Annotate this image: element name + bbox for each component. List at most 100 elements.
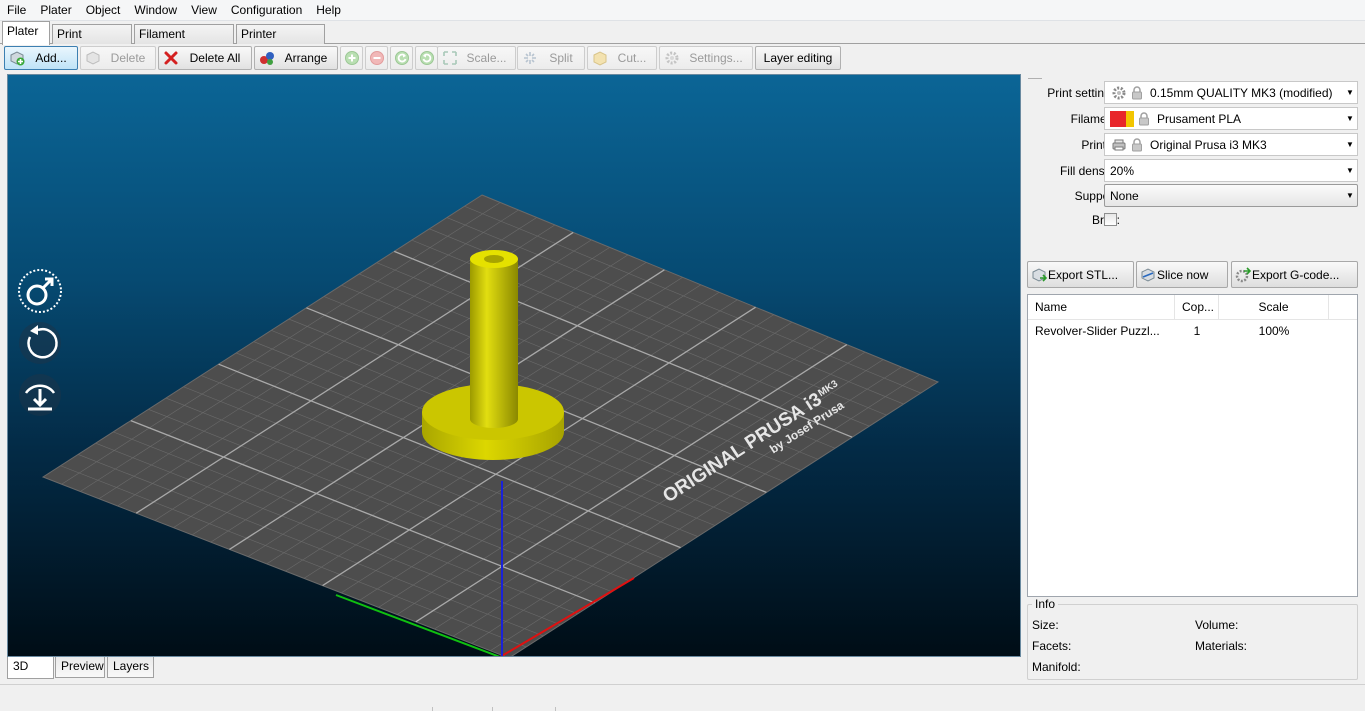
slice-now-button[interactable]: Slice now (1136, 261, 1228, 288)
tab-filament-settings[interactable]: Filament Settings (134, 24, 234, 59)
fill-density-value: 20% (1110, 163, 1135, 178)
status-divider (492, 707, 493, 711)
split-button-label: Split (549, 51, 573, 65)
info-manifold-label: Manifold: (1032, 660, 1081, 674)
chevron-down-icon: ▼ (1346, 114, 1354, 123)
object-list-header: Name Cop... Scale (1028, 295, 1357, 320)
cut-button[interactable]: Cut... (587, 46, 657, 70)
menu-view[interactable]: View (184, 0, 224, 21)
cut-box-icon (592, 50, 608, 66)
chevron-down-icon: ▼ (1346, 140, 1354, 149)
rotate-right-button[interactable] (415, 46, 438, 70)
scale-icon (442, 50, 458, 66)
fill-density-row: Fill density: 20% ▼ (1022, 159, 1365, 183)
menu-configuration[interactable]: Configuration (224, 0, 309, 21)
object-settings-button[interactable]: Settings... (659, 46, 753, 70)
cut-button-label: Cut... (617, 51, 647, 65)
status-divider (432, 707, 433, 711)
split-icon (522, 50, 538, 66)
support-select[interactable]: None ▼ (1104, 184, 1358, 207)
print-settings-combo[interactable]: 0.15mm QUALITY MK3 (modified) ▼ (1104, 81, 1358, 104)
tab-3d[interactable]: 3D (7, 657, 54, 679)
brim-checkbox[interactable] (1104, 213, 1117, 226)
tab-preview[interactable]: Preview (55, 657, 105, 678)
export-gcode-button[interactable]: Export G-code... (1231, 261, 1358, 288)
panel-divider (1028, 78, 1042, 79)
delete-object-icon (85, 50, 101, 66)
delete-all-button[interactable]: Delete All (158, 46, 252, 70)
slice-now-button-label: Slice now (1157, 267, 1209, 282)
fill-density-combo[interactable]: 20% ▼ (1104, 159, 1358, 182)
tab-plater[interactable]: Plater (2, 21, 50, 45)
chevron-down-icon: ▼ (1346, 191, 1354, 200)
export-gcode-button-label: Export G-code... (1252, 267, 1340, 282)
column-header-copies[interactable]: Cop... (1175, 295, 1219, 320)
printer-icon (1111, 137, 1127, 153)
column-header-name[interactable]: Name (1028, 295, 1175, 320)
gear-icon (1111, 85, 1127, 101)
object-settings-button-label: Settings... (689, 51, 743, 65)
3d-canvas[interactable]: ORIGINAL PRUSA i3 MK3 by Josef Prusa (7, 74, 1021, 657)
menu-help[interactable]: Help (309, 0, 348, 21)
lock-icon (1130, 85, 1144, 101)
column-header-scale[interactable]: Scale (1219, 295, 1329, 320)
model-tube-hole (484, 255, 504, 263)
object-copies-cell: 1 (1193, 324, 1201, 338)
menu-file[interactable]: File (0, 0, 33, 21)
menu-plater[interactable]: Plater (33, 0, 78, 21)
export-gcode-icon (1235, 266, 1251, 283)
delete-button[interactable]: Delete (80, 46, 156, 70)
printer-combo[interactable]: Original Prusa i3 MK3 ▼ (1104, 133, 1358, 156)
menu-bar: File Plater Object Window View Configura… (0, 0, 1365, 21)
minus-circle-icon (369, 50, 385, 66)
info-box: Info Size: Volume: Facets: Materials: Ma… (1027, 597, 1358, 680)
support-row: Support: None ▼ (1022, 184, 1365, 208)
add-object-icon (9, 50, 25, 66)
rotate-left-button[interactable] (390, 46, 413, 70)
printer-row: Printer: Original Prusa i3 MK3 ▼ (1022, 133, 1365, 157)
move-view-icon[interactable] (16, 267, 64, 315)
info-size-label: Size: (1032, 618, 1059, 632)
print-settings-value: 0.15mm QUALITY MK3 (modified) (1150, 85, 1333, 100)
layer-editing-button[interactable]: Layer editing (755, 46, 841, 70)
add-button-label: Add... (35, 51, 67, 65)
decrease-copies-button[interactable] (365, 46, 388, 70)
export-stl-button[interactable]: Export STL... (1027, 261, 1134, 288)
status-bar (0, 684, 1365, 711)
filament-color-swatch-icon (1110, 110, 1134, 127)
table-row[interactable]: Revolver-Slider Puzzl... 1 100% (1028, 321, 1357, 341)
gear-icon (664, 50, 680, 66)
object-list[interactable]: Name Cop... Scale Revolver-Slider Puzzl.… (1027, 294, 1358, 597)
info-materials-label: Materials: (1195, 639, 1248, 653)
increase-copies-button[interactable] (340, 46, 363, 70)
rotate-left-icon (394, 50, 410, 66)
delete-button-label: Delete (110, 51, 146, 65)
lock-icon (1130, 137, 1144, 153)
scale-button[interactable]: Scale... (437, 46, 516, 70)
layer-editing-button-label: Layer editing (763, 51, 833, 65)
tab-layers[interactable]: Layers (107, 657, 154, 678)
menu-object[interactable]: Object (79, 0, 128, 21)
red-x-icon (163, 50, 179, 66)
export-icon (1031, 267, 1047, 283)
tab-print-settings[interactable]: Print Settings (52, 24, 132, 59)
lock-icon (1137, 111, 1151, 127)
status-divider (555, 707, 556, 711)
arrange-button[interactable]: Arrange (254, 46, 338, 70)
print-settings-row: Print settings: 0.15mm QUALITY MK3 (modi… (1022, 81, 1365, 105)
split-button[interactable]: Split (517, 46, 585, 70)
plus-circle-icon (344, 50, 360, 66)
rotate-view-icon[interactable] (16, 319, 64, 367)
chevron-down-icon: ▼ (1346, 88, 1354, 97)
chevron-down-icon: ▼ (1346, 166, 1354, 175)
arrange-button-label: Arrange (284, 51, 328, 65)
menu-window[interactable]: Window (127, 0, 184, 21)
add-button[interactable]: Add... (4, 46, 78, 70)
filament-combo[interactable]: Prusament PLA ▼ (1104, 107, 1358, 130)
delete-all-button-label: Delete All (189, 51, 241, 65)
tab-printer-settings[interactable]: Printer Settings (236, 24, 325, 59)
model-tube-side (470, 259, 518, 428)
view-tabs: 3D Preview Layers (0, 657, 1022, 679)
rotate-right-icon (419, 50, 435, 66)
zoom-view-icon[interactable] (16, 371, 64, 419)
